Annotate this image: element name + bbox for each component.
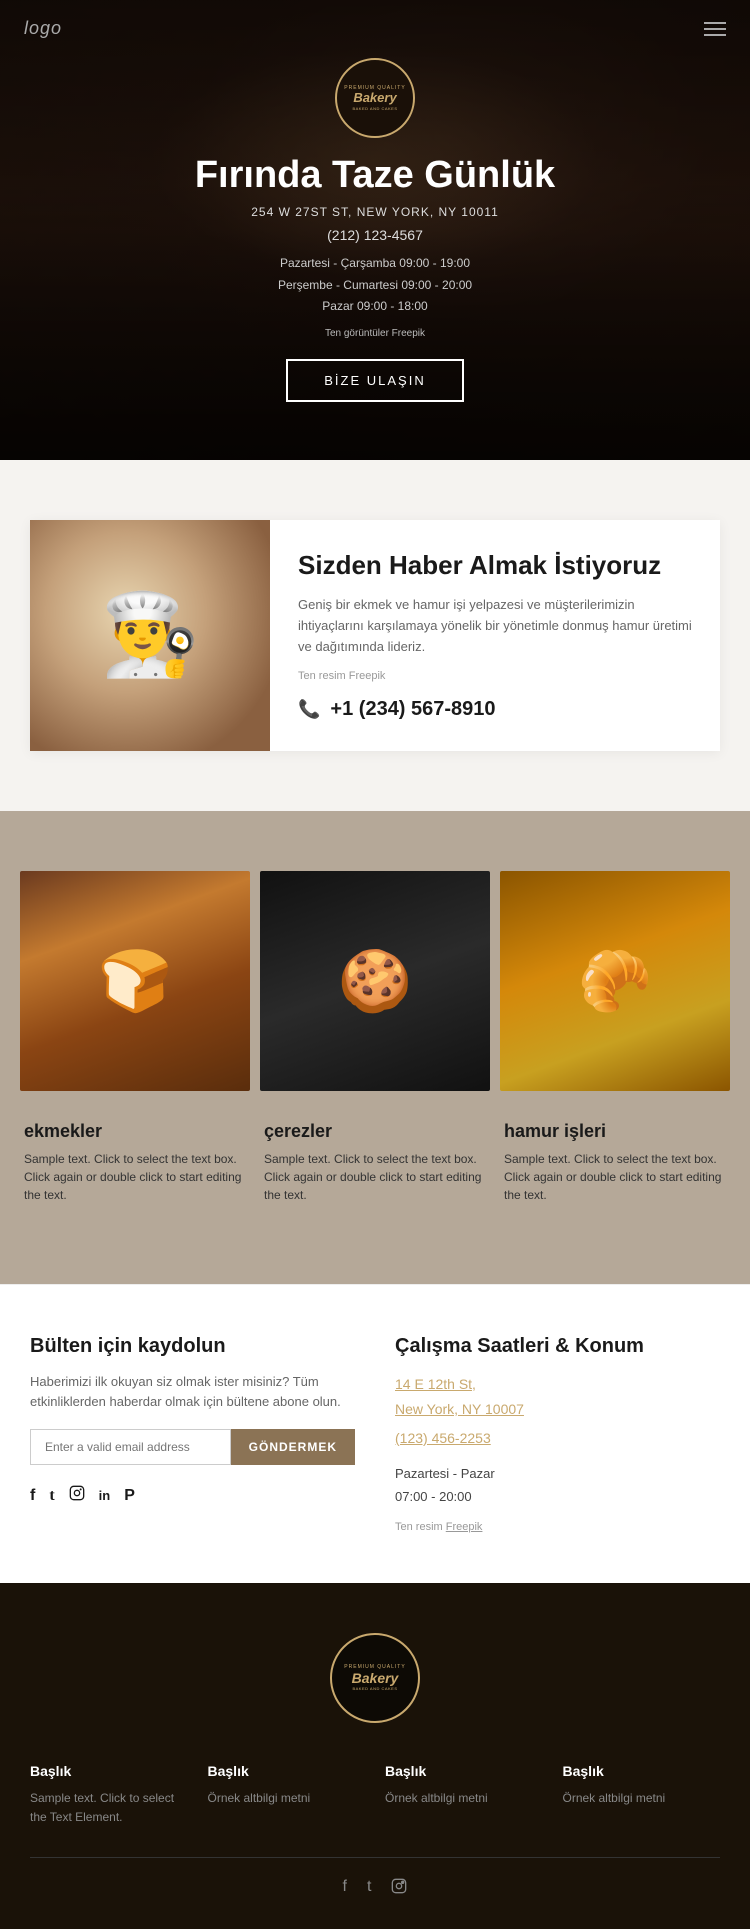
footer-col-4: Başlık Örnek altbilgi metni — [563, 1763, 721, 1827]
products-section: ekmekler Sample text. Click to select th… — [0, 811, 750, 1284]
social-links: f t in P — [30, 1485, 355, 1506]
newsletter-title: Bülten için kaydolun — [30, 1335, 355, 1358]
footer-col-4-title: Başlık — [563, 1763, 721, 1779]
about-text-content: Sizden Haber Almak İstiyoruz Geniş bir e… — [270, 520, 720, 751]
footer-col-1-text: Sample text. Click to select the Text El… — [30, 1789, 188, 1827]
product-name-cookies: çerezler — [264, 1121, 486, 1142]
product-desc-pastry: Sample text. Click to select the text bo… — [504, 1150, 726, 1204]
facebook-icon[interactable]: f — [30, 1487, 35, 1505]
about-section: Sizden Haber Almak İstiyoruz Geniş bir e… — [0, 460, 750, 811]
newsletter-form: GÖNDERMEK — [30, 1429, 355, 1465]
freepik-link[interactable]: Freepik — [446, 1521, 483, 1533]
footer-col-1: Başlık Sample text. Click to select the … — [30, 1763, 188, 1827]
hero-hours: Pazartesi - Çarşamba 09:00 - 19:00 Perşe… — [195, 253, 555, 318]
about-description: Geniş bir ekmek ve hamur işi yelpazesi v… — [298, 595, 692, 657]
bakery-badge: PREMIUM QUALITY Bakery BAKED AND CAKES — [335, 58, 415, 138]
footer-col-3-text: Örnek altbilgi metni — [385, 1789, 543, 1808]
product-image-cookies — [260, 871, 490, 1091]
footer-col-2-title: Başlık — [208, 1763, 366, 1779]
footer-col-4-text: Örnek altbilgi metni — [563, 1789, 721, 1808]
footer-badge-wrap: PREMIUM QUALITY Bakery BAKED AND CAKES — [30, 1633, 720, 1723]
header: logo — [0, 0, 750, 57]
footer-col-3: Başlık Örnek altbilgi metni — [385, 1763, 543, 1827]
newsletter-column: Bülten için kaydolun Haberimizi ilk okuy… — [30, 1335, 355, 1533]
pastry-visual — [500, 871, 730, 1091]
products-grid — [20, 871, 730, 1091]
product-desc-bread: Sample text. Click to select the text bo… — [24, 1150, 246, 1204]
footer-columns: Başlık Sample text. Click to select the … — [30, 1763, 720, 1827]
hero-section: PREMIUM QUALITY Bakery BAKED AND CAKES F… — [0, 0, 750, 460]
hours-schedule: Pazartesi - Pazar 07:00 - 20:00 — [395, 1462, 720, 1509]
newsletter-hours-section: Bülten için kaydolun Haberimizi ilk okuy… — [0, 1284, 750, 1583]
footer: PREMIUM QUALITY Bakery BAKED AND CAKES B… — [0, 1583, 750, 1929]
footer-col-3-title: Başlık — [385, 1763, 543, 1779]
hours-photo-credit: Ten resim Freepik — [395, 1521, 720, 1533]
pinterest-icon[interactable]: P — [124, 1487, 135, 1505]
about-image — [30, 520, 270, 751]
footer-col-2-text: Örnek altbilgi metni — [208, 1789, 366, 1808]
product-item-bread: ekmekler Sample text. Click to select th… — [20, 1121, 250, 1204]
hero-address: 254 W 27ST ST, NEW YORK, NY 10011 — [195, 205, 555, 219]
product-image-bread — [20, 871, 250, 1091]
newsletter-description: Haberimizi ilk okuyan siz olmak ister mi… — [30, 1372, 355, 1414]
hours-column: Çalışma Saatleri & Konum 14 E 12th St, N… — [395, 1335, 720, 1533]
hero-content: PREMIUM QUALITY Bakery BAKED AND CAKES F… — [155, 58, 595, 402]
hero-title: Fırında Taze Günlük — [195, 154, 555, 197]
cookies-visual — [260, 871, 490, 1091]
instagram-icon[interactable] — [69, 1485, 85, 1506]
hours-title: Çalışma Saatleri & Konum — [395, 1335, 720, 1358]
baker-image — [30, 520, 270, 751]
linkedin-icon[interactable]: in — [99, 1488, 111, 1503]
footer-instagram-icon[interactable] — [391, 1878, 407, 1899]
bread-visual — [20, 871, 250, 1091]
hero-phone: (212) 123-4567 — [195, 227, 555, 243]
hours-phone: (123) 456-2253 — [395, 1430, 720, 1446]
hero-photo-credit: Ten görüntüler Freepik — [195, 328, 555, 339]
footer-twitter-icon[interactable]: t — [367, 1878, 371, 1899]
about-card: Sizden Haber Almak İstiyoruz Geniş bir e… — [30, 520, 720, 751]
subscribe-button[interactable]: GÖNDERMEK — [231, 1429, 355, 1465]
product-name-bread: ekmekler — [24, 1121, 246, 1142]
product-image-pastry — [500, 871, 730, 1091]
footer-facebook-icon[interactable]: f — [343, 1878, 347, 1899]
about-photo-credit: Ten resim Freepik — [298, 670, 692, 682]
product-item-cookies: çerezler Sample text. Click to select th… — [260, 1121, 490, 1204]
footer-col-1-title: Başlık — [30, 1763, 188, 1779]
products-text-grid: ekmekler Sample text. Click to select th… — [20, 1121, 730, 1224]
about-phone: 📞 +1 (234) 567-8910 — [298, 698, 692, 721]
hours-address: 14 E 12th St, New York, NY 10007 — [395, 1372, 720, 1422]
twitter-icon[interactable]: t — [49, 1487, 54, 1505]
product-name-pastry: hamur işleri — [504, 1121, 726, 1142]
product-desc-cookies: Sample text. Click to select the text bo… — [264, 1150, 486, 1204]
menu-button[interactable] — [704, 22, 726, 36]
email-input[interactable] — [30, 1429, 231, 1465]
phone-icon: 📞 — [298, 699, 320, 720]
footer-badge: PREMIUM QUALITY Bakery BAKED AND CAKES — [330, 1633, 420, 1723]
footer-col-2: Başlık Örnek altbilgi metni — [208, 1763, 366, 1827]
about-title: Sizden Haber Almak İstiyoruz — [298, 550, 692, 581]
logo: logo — [24, 18, 62, 39]
product-item-pastry: hamur işleri Sample text. Click to selec… — [500, 1121, 730, 1204]
footer-social: f t — [30, 1857, 720, 1899]
cta-button[interactable]: BİZE ULAŞIN — [286, 359, 463, 402]
